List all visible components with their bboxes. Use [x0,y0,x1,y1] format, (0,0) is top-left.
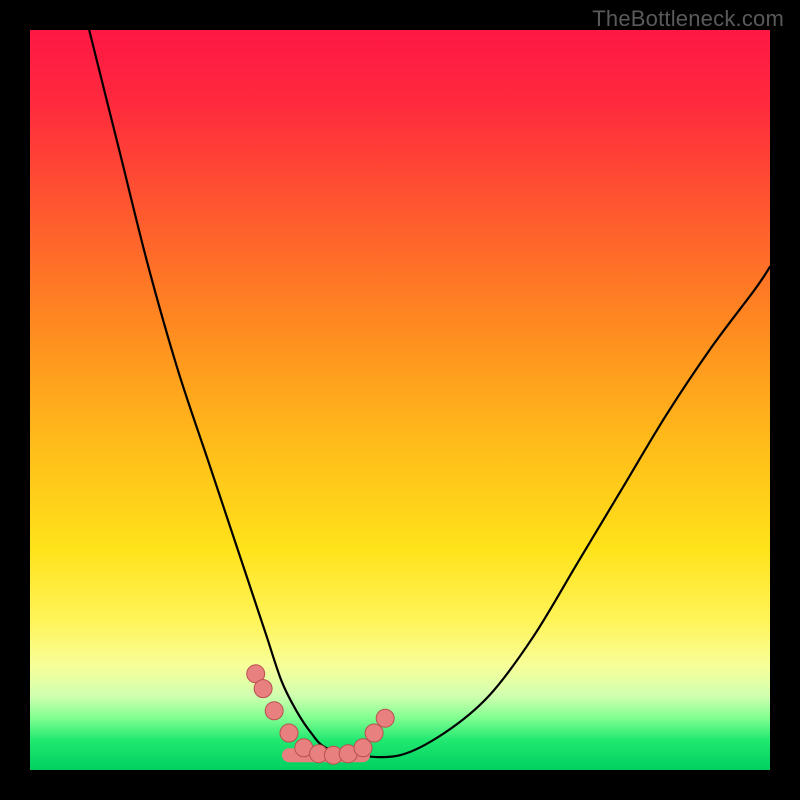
marker-dot [265,702,283,720]
marker-dot [280,724,298,742]
watermark-text: TheBottleneck.com [592,6,784,32]
chart-svg [30,30,770,770]
plot-area [30,30,770,770]
marker-dot [254,680,272,698]
marker-dot [354,739,372,757]
marker-dot [376,709,394,727]
marker-group [247,665,395,764]
marker-dot [365,724,383,742]
chart-frame: TheBottleneck.com [0,0,800,800]
bottleneck-curve [89,30,770,757]
